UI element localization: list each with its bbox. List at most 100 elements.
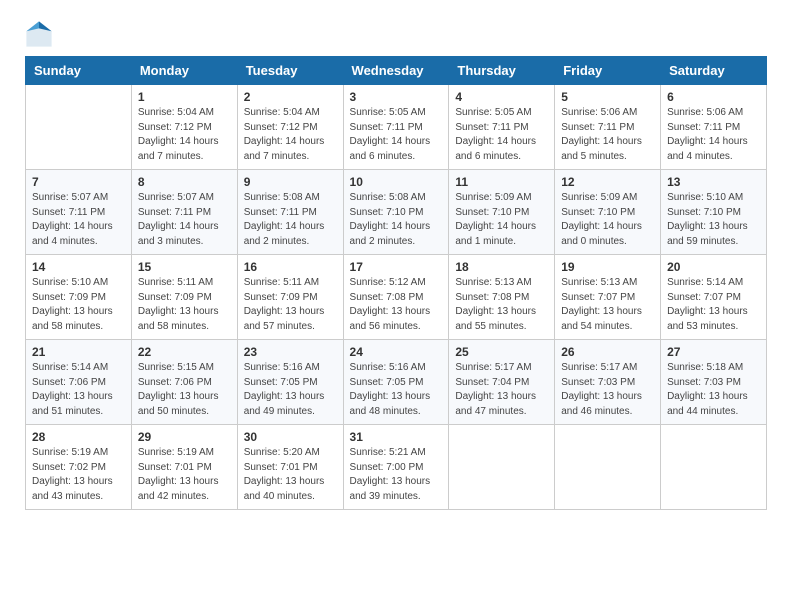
day-cell: 5Sunrise: 5:06 AMSunset: 7:11 PMDaylight…	[555, 85, 661, 170]
day-info: Sunrise: 5:19 AMSunset: 7:01 PMDaylight:…	[138, 446, 231, 504]
day-number: 10	[350, 175, 443, 189]
day-number: 12	[561, 175, 654, 189]
day-cell: 19 Sunrise: 5:13 AMSunset: 7:07 PMDayligh…	[555, 255, 661, 340]
day-cell	[555, 425, 661, 510]
day-cell: 22Sunrise: 5:15 AMSunset: 7:06 PMDayligh…	[131, 340, 237, 425]
day-cell: 4 Sunrise: 5:05 AMSunset: 7:11 PMDaylight…	[449, 85, 555, 170]
day-info: Sunrise: 5:10 AMSunset: 7:09 PMDaylight:…	[32, 276, 125, 334]
day-cell: 2 Sunrise: 5:04 AMSunset: 7:12 PMDaylight…	[237, 85, 343, 170]
day-info: Sunrise: 5:17 AMSunset: 7:04 PMDaylight:…	[455, 361, 548, 419]
day-cell: 30 Sunrise: 5:20 AMSunset: 7:01 PMDayligh…	[237, 425, 343, 510]
day-number: 28	[32, 430, 125, 444]
day-cell: 31 Sunrise: 5:21 AMSunset: 7:00 PMDayligh…	[343, 425, 449, 510]
day-number: 27	[667, 345, 760, 359]
day-info: Sunrise: 5:20 AMSunset: 7:01 PMDaylight:…	[244, 446, 337, 504]
day-cell	[26, 85, 132, 170]
day-cell: 29Sunrise: 5:19 AMSunset: 7:01 PMDayligh…	[131, 425, 237, 510]
header-saturday: Saturday	[661, 57, 767, 85]
day-info: Sunrise: 5:11 AMSunset: 7:09 PMDaylight:…	[138, 276, 231, 334]
header-sunday: Sunday	[26, 57, 132, 85]
day-info: Sunrise: 5:13 AMSunset: 7:07 PMDaylight:…	[561, 276, 654, 334]
week-row-4: 21 Sunrise: 5:14 AMSunset: 7:06 PMDayligh…	[26, 340, 767, 425]
day-info: Sunrise: 5:08 AMSunset: 7:11 PMDaylight:…	[244, 191, 337, 249]
header-thursday: Thursday	[449, 57, 555, 85]
day-number: 18	[455, 260, 548, 274]
day-info: Sunrise: 5:04 AMSunset: 7:12 PMDaylight:…	[138, 106, 231, 164]
day-cell: 6 Sunrise: 5:06 AMSunset: 7:11 PMDaylight…	[661, 85, 767, 170]
day-cell: 28 Sunrise: 5:19 AMSunset: 7:02 PMDayligh…	[26, 425, 132, 510]
day-number: 9	[244, 175, 337, 189]
day-info: Sunrise: 5:05 AMSunset: 7:11 PMDaylight:…	[455, 106, 548, 164]
day-number: 26	[561, 345, 654, 359]
day-number: 3	[350, 90, 443, 104]
day-cell: 17Sunrise: 5:12 AMSunset: 7:08 PMDayligh…	[343, 255, 449, 340]
day-number: 23	[244, 345, 337, 359]
day-number: 24	[350, 345, 443, 359]
day-number: 30	[244, 430, 337, 444]
day-number: 25	[455, 345, 548, 359]
day-number: 6	[667, 90, 760, 104]
day-info: Sunrise: 5:07 AMSunset: 7:11 PMDaylight:…	[32, 191, 125, 249]
header-row: SundayMondayTuesdayWednesdayThursdayFrid…	[26, 57, 767, 85]
day-cell: 11 Sunrise: 5:09 AMSunset: 7:10 PMDayligh…	[449, 170, 555, 255]
week-row-3: 14 Sunrise: 5:10 AMSunset: 7:09 PMDayligh…	[26, 255, 767, 340]
header-monday: Monday	[131, 57, 237, 85]
day-cell: 8 Sunrise: 5:07 AMSunset: 7:11 PMDaylight…	[131, 170, 237, 255]
day-number: 11	[455, 175, 548, 189]
day-info: Sunrise: 5:14 AMSunset: 7:06 PMDaylight:…	[32, 361, 125, 419]
day-info: Sunrise: 5:17 AMSunset: 7:03 PMDaylight:…	[561, 361, 654, 419]
day-cell: 7 Sunrise: 5:07 AMSunset: 7:11 PMDaylight…	[26, 170, 132, 255]
day-cell: 23 Sunrise: 5:16 AMSunset: 7:05 PMDayligh…	[237, 340, 343, 425]
week-row-5: 28 Sunrise: 5:19 AMSunset: 7:02 PMDayligh…	[26, 425, 767, 510]
day-number: 31	[350, 430, 443, 444]
day-number: 13	[667, 175, 760, 189]
day-info: Sunrise: 5:05 AMSunset: 7:11 PMDaylight:…	[350, 106, 443, 164]
day-info: Sunrise: 5:07 AMSunset: 7:11 PMDaylight:…	[138, 191, 231, 249]
header-tuesday: Tuesday	[237, 57, 343, 85]
day-cell: 13 Sunrise: 5:10 AMSunset: 7:10 PMDayligh…	[661, 170, 767, 255]
day-number: 2	[244, 90, 337, 104]
day-number: 7	[32, 175, 125, 189]
day-cell: 25 Sunrise: 5:17 AMSunset: 7:04 PMDayligh…	[449, 340, 555, 425]
day-info: Sunrise: 5:06 AMSunset: 7:11 PMDaylight:…	[561, 106, 654, 164]
day-number: 22	[138, 345, 231, 359]
day-number: 15	[138, 260, 231, 274]
day-number: 14	[32, 260, 125, 274]
day-number: 19	[561, 260, 654, 274]
day-number: 8	[138, 175, 231, 189]
day-info: Sunrise: 5:18 AMSunset: 7:03 PMDaylight:…	[667, 361, 760, 419]
day-info: Sunrise: 5:19 AMSunset: 7:02 PMDaylight:…	[32, 446, 125, 504]
header-wednesday: Wednesday	[343, 57, 449, 85]
day-number: 1	[138, 90, 231, 104]
day-cell	[661, 425, 767, 510]
day-number: 4	[455, 90, 548, 104]
day-number: 20	[667, 260, 760, 274]
day-cell	[449, 425, 555, 510]
day-info: Sunrise: 5:10 AMSunset: 7:10 PMDaylight:…	[667, 191, 760, 249]
day-info: Sunrise: 5:14 AMSunset: 7:07 PMDaylight:…	[667, 276, 760, 334]
day-info: Sunrise: 5:04 AMSunset: 7:12 PMDaylight:…	[244, 106, 337, 164]
day-cell: 20 Sunrise: 5:14 AMSunset: 7:07 PMDayligh…	[661, 255, 767, 340]
day-info: Sunrise: 5:09 AMSunset: 7:10 PMDaylight:…	[561, 191, 654, 249]
day-number: 21	[32, 345, 125, 359]
day-cell: 12 Sunrise: 5:09 AMSunset: 7:10 PMDayligh…	[555, 170, 661, 255]
day-info: Sunrise: 5:11 AMSunset: 7:09 PMDaylight:…	[244, 276, 337, 334]
day-cell: 24 Sunrise: 5:16 AMSunset: 7:05 PMDayligh…	[343, 340, 449, 425]
day-cell: 1 Sunrise: 5:04 AMSunset: 7:12 PMDaylight…	[131, 85, 237, 170]
week-row-1: 1 Sunrise: 5:04 AMSunset: 7:12 PMDaylight…	[26, 85, 767, 170]
day-info: Sunrise: 5:16 AMSunset: 7:05 PMDaylight:…	[350, 361, 443, 419]
day-cell: 18 Sunrise: 5:13 AMSunset: 7:08 PMDayligh…	[449, 255, 555, 340]
day-info: Sunrise: 5:16 AMSunset: 7:05 PMDaylight:…	[244, 361, 337, 419]
day-info: Sunrise: 5:09 AMSunset: 7:10 PMDaylight:…	[455, 191, 548, 249]
day-cell: 16Sunrise: 5:11 AMSunset: 7:09 PMDayligh…	[237, 255, 343, 340]
day-cell: 3 Sunrise: 5:05 AMSunset: 7:11 PMDaylight…	[343, 85, 449, 170]
logo	[25, 20, 57, 48]
header-friday: Friday	[555, 57, 661, 85]
week-row-2: 7 Sunrise: 5:07 AMSunset: 7:11 PMDaylight…	[26, 170, 767, 255]
day-cell: 9 Sunrise: 5:08 AMSunset: 7:11 PMDaylight…	[237, 170, 343, 255]
day-info: Sunrise: 5:06 AMSunset: 7:11 PMDaylight:…	[667, 106, 760, 164]
day-info: Sunrise: 5:21 AMSunset: 7:00 PMDaylight:…	[350, 446, 443, 504]
day-cell: 10Sunrise: 5:08 AMSunset: 7:10 PMDayligh…	[343, 170, 449, 255]
day-info: Sunrise: 5:13 AMSunset: 7:08 PMDaylight:…	[455, 276, 548, 334]
day-cell: 14 Sunrise: 5:10 AMSunset: 7:09 PMDayligh…	[26, 255, 132, 340]
